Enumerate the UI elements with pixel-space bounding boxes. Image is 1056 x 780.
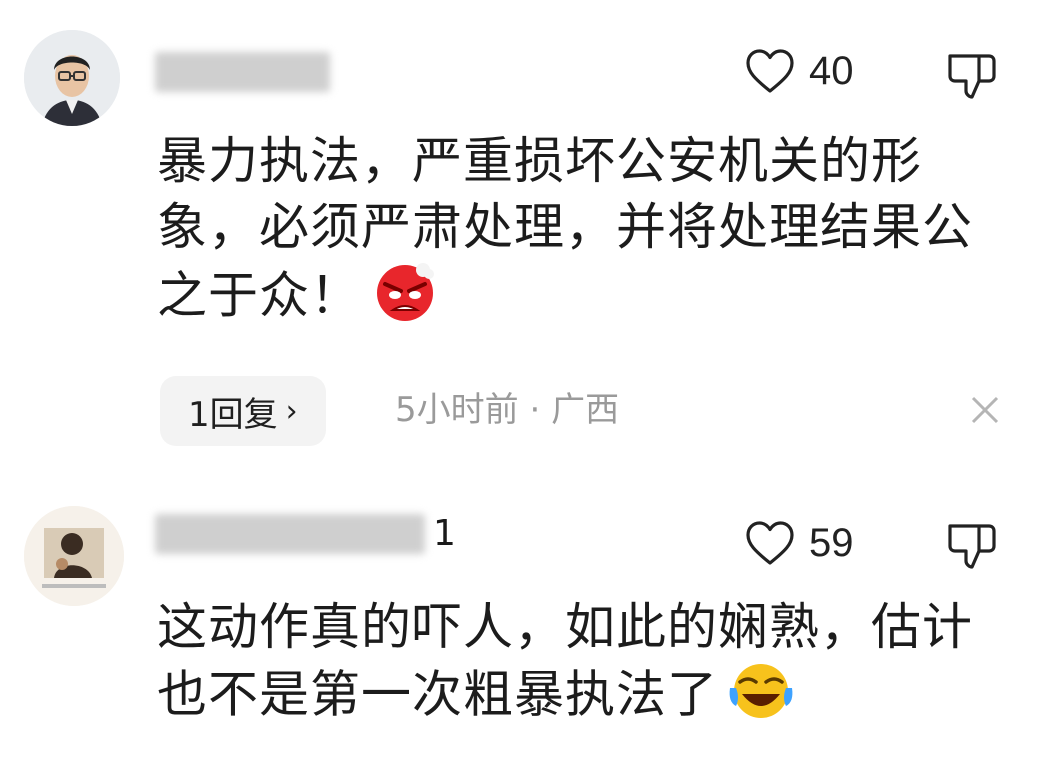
comment-meta: 5小时前 · 广西 — [395, 388, 619, 432]
close-button[interactable] — [968, 393, 1002, 431]
timestamp: 5小时前 — [395, 390, 519, 430]
close-icon — [971, 396, 999, 424]
like-button[interactable]: 59 — [745, 518, 854, 568]
thumbs-down-icon — [948, 524, 996, 569]
username-blurred[interactable] — [155, 52, 335, 92]
comment-item: 40 暴力执法，严重损坏公安机关的形象，必须严肃处理，并将处理结果公之于众！ 1… — [0, 0, 1056, 470]
avatar-photo-icon — [24, 506, 124, 606]
laughing-crying-emoji — [728, 660, 794, 736]
comment-text: 这动作真的吓人，如此的娴熟，估计也不是第一次粗暴执法了 — [157, 594, 987, 736]
username-tail: 1 — [433, 513, 456, 554]
avatar-portrait-icon — [24, 30, 120, 126]
dislike-button[interactable] — [945, 520, 999, 576]
avatar[interactable] — [24, 506, 124, 606]
like-button[interactable]: 40 — [745, 46, 854, 96]
comment-item: 1 这动作真的吓人，如此的娴熟，估计也不是第一次粗暴执法了 — [0, 470, 1056, 780]
heart-icon — [746, 521, 794, 565]
thumbs-down-icon — [948, 54, 996, 99]
avatar[interactable] — [24, 30, 120, 126]
angry-face-emoji — [371, 260, 439, 338]
replies-button[interactable]: 1回复 › — [160, 376, 326, 446]
meta-separator: · — [529, 390, 541, 430]
like-count: 40 — [809, 49, 854, 93]
chevron-right-icon: › — [285, 393, 298, 429]
heart-icon — [746, 49, 794, 93]
username-blurred[interactable]: 1 — [155, 513, 456, 554]
dislike-button[interactable] — [945, 50, 999, 106]
like-count: 59 — [809, 521, 854, 565]
replies-label: 1回复 — [188, 394, 278, 435]
location: 广西 — [551, 390, 620, 430]
comment-text: 暴力执法，严重损坏公安机关的形象，必须严肃处理，并将处理结果公之于众！ — [157, 128, 987, 338]
